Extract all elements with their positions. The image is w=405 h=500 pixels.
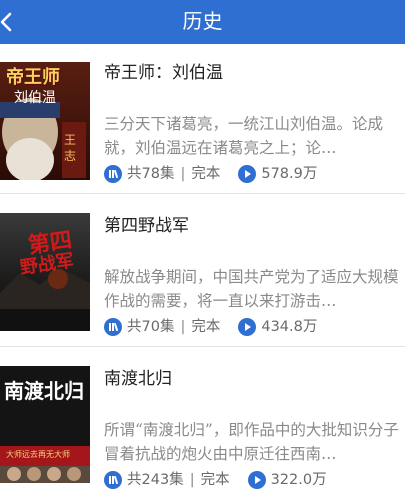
play-count: 578.9万	[261, 166, 318, 182]
cover-title-2: 大师远去再无大师	[6, 450, 70, 459]
status-label: 完本	[200, 472, 230, 488]
separator: |	[180, 166, 186, 182]
play-count: 322.0万	[270, 472, 327, 488]
svg-text:志: 志	[64, 149, 76, 163]
album-title[interactable]: 帝王师：刘伯温	[104, 62, 223, 84]
episode-count: 共243集	[127, 472, 184, 488]
album-item[interactable]: 第四 野战军 第四野战军 解放战争期间，中国共产党为了适应大规模作战的需要，将一…	[0, 197, 405, 347]
play-icon	[247, 471, 266, 489]
album-title[interactable]: 第四野战军	[104, 215, 189, 237]
play-icon	[238, 165, 257, 183]
cover-title-1: 帝王师	[6, 67, 60, 88]
album-cover[interactable]: 南渡北归 大师远去再无大师	[0, 366, 90, 483]
album-description: 解放战争期间，中国共产党为了适应大规模作战的需要，将一直以来打游击…	[104, 268, 399, 310]
cover-title-1: 南渡北归	[4, 379, 84, 403]
album-cover[interactable]: 第四 野战军	[0, 213, 90, 331]
album-meta: 共78集 | 完本 578.9万	[104, 164, 317, 184]
album-description: 三分天下诸葛亮，一统江山刘伯温。论成就，刘伯温远在诸葛亮之上；论…	[104, 115, 384, 157]
divider	[0, 193, 405, 194]
play-count: 434.8万	[261, 319, 318, 335]
album-item[interactable]: 王 志 帝王师 刘伯温 帝王师：刘伯温 三分天下诸葛亮，一统江山刘伯温。论成就，…	[0, 44, 405, 194]
episode-count: 共78集	[127, 166, 175, 182]
separator: |	[180, 319, 186, 335]
header-bar: 历史	[0, 0, 405, 44]
episode-count: 共70集	[127, 319, 175, 335]
album-meta: 共243集 | 完本 322.0万	[104, 470, 327, 490]
cover-title-2: 刘伯温	[14, 90, 56, 106]
album-description: 所谓“南渡北归”，即作品中的大批知识分子冒着抗战的炮火由中原迁往西南…	[104, 421, 399, 463]
status-label: 完本	[191, 166, 221, 182]
album-cover[interactable]: 王 志 帝王师 刘伯温	[0, 62, 90, 180]
page-title: 历史	[182, 9, 223, 33]
book-icon	[104, 165, 122, 183]
status-label: 完本	[191, 319, 221, 335]
svg-text:王: 王	[64, 133, 76, 147]
play-icon	[238, 318, 257, 336]
divider	[0, 346, 405, 347]
book-icon	[104, 318, 122, 336]
album-title[interactable]: 南渡北归	[104, 368, 172, 390]
album-meta: 共70集 | 完本 434.8万	[104, 317, 317, 337]
album-item[interactable]: 南渡北归 大师远去再无大师 南渡北归 所谓“南渡北归”，即作品中的大批知识分子冒…	[0, 350, 405, 500]
book-icon	[104, 471, 122, 489]
separator: |	[189, 472, 195, 488]
